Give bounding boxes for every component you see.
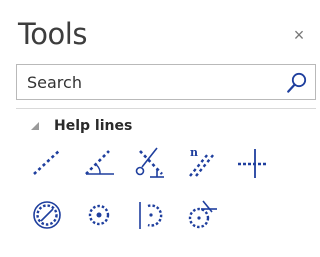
perpendicular-help-line-icon[interactable] [133, 145, 167, 179]
parallel-help-line-icon[interactable]: n [184, 145, 218, 179]
horizontal-vertical-help-lines-icon[interactable] [235, 145, 269, 179]
tools-panel: Tools × Help lines [0, 0, 320, 257]
arc-help-line-icon[interactable] [133, 198, 167, 232]
search-icon[interactable] [285, 71, 309, 95]
collapse-triangle-icon[interactable] [30, 121, 40, 131]
search-box[interactable] [16, 64, 316, 100]
tangent-circle-icon[interactable] [184, 198, 218, 232]
angled-help-line-icon[interactable] [82, 145, 116, 179]
panel-header: Tools × [0, 0, 320, 62]
svg-text:n: n [190, 146, 198, 159]
help-line-icon[interactable] [30, 145, 64, 179]
panel-title: Tools [18, 17, 87, 51]
divider [16, 108, 316, 109]
close-icon[interactable]: × [290, 26, 308, 44]
search-input[interactable] [17, 65, 277, 99]
circle-center-icon[interactable] [82, 198, 116, 232]
group-header-help-lines[interactable]: Help lines [30, 115, 132, 137]
help-circle-icon[interactable] [30, 198, 64, 232]
group-label: Help lines [54, 118, 133, 134]
